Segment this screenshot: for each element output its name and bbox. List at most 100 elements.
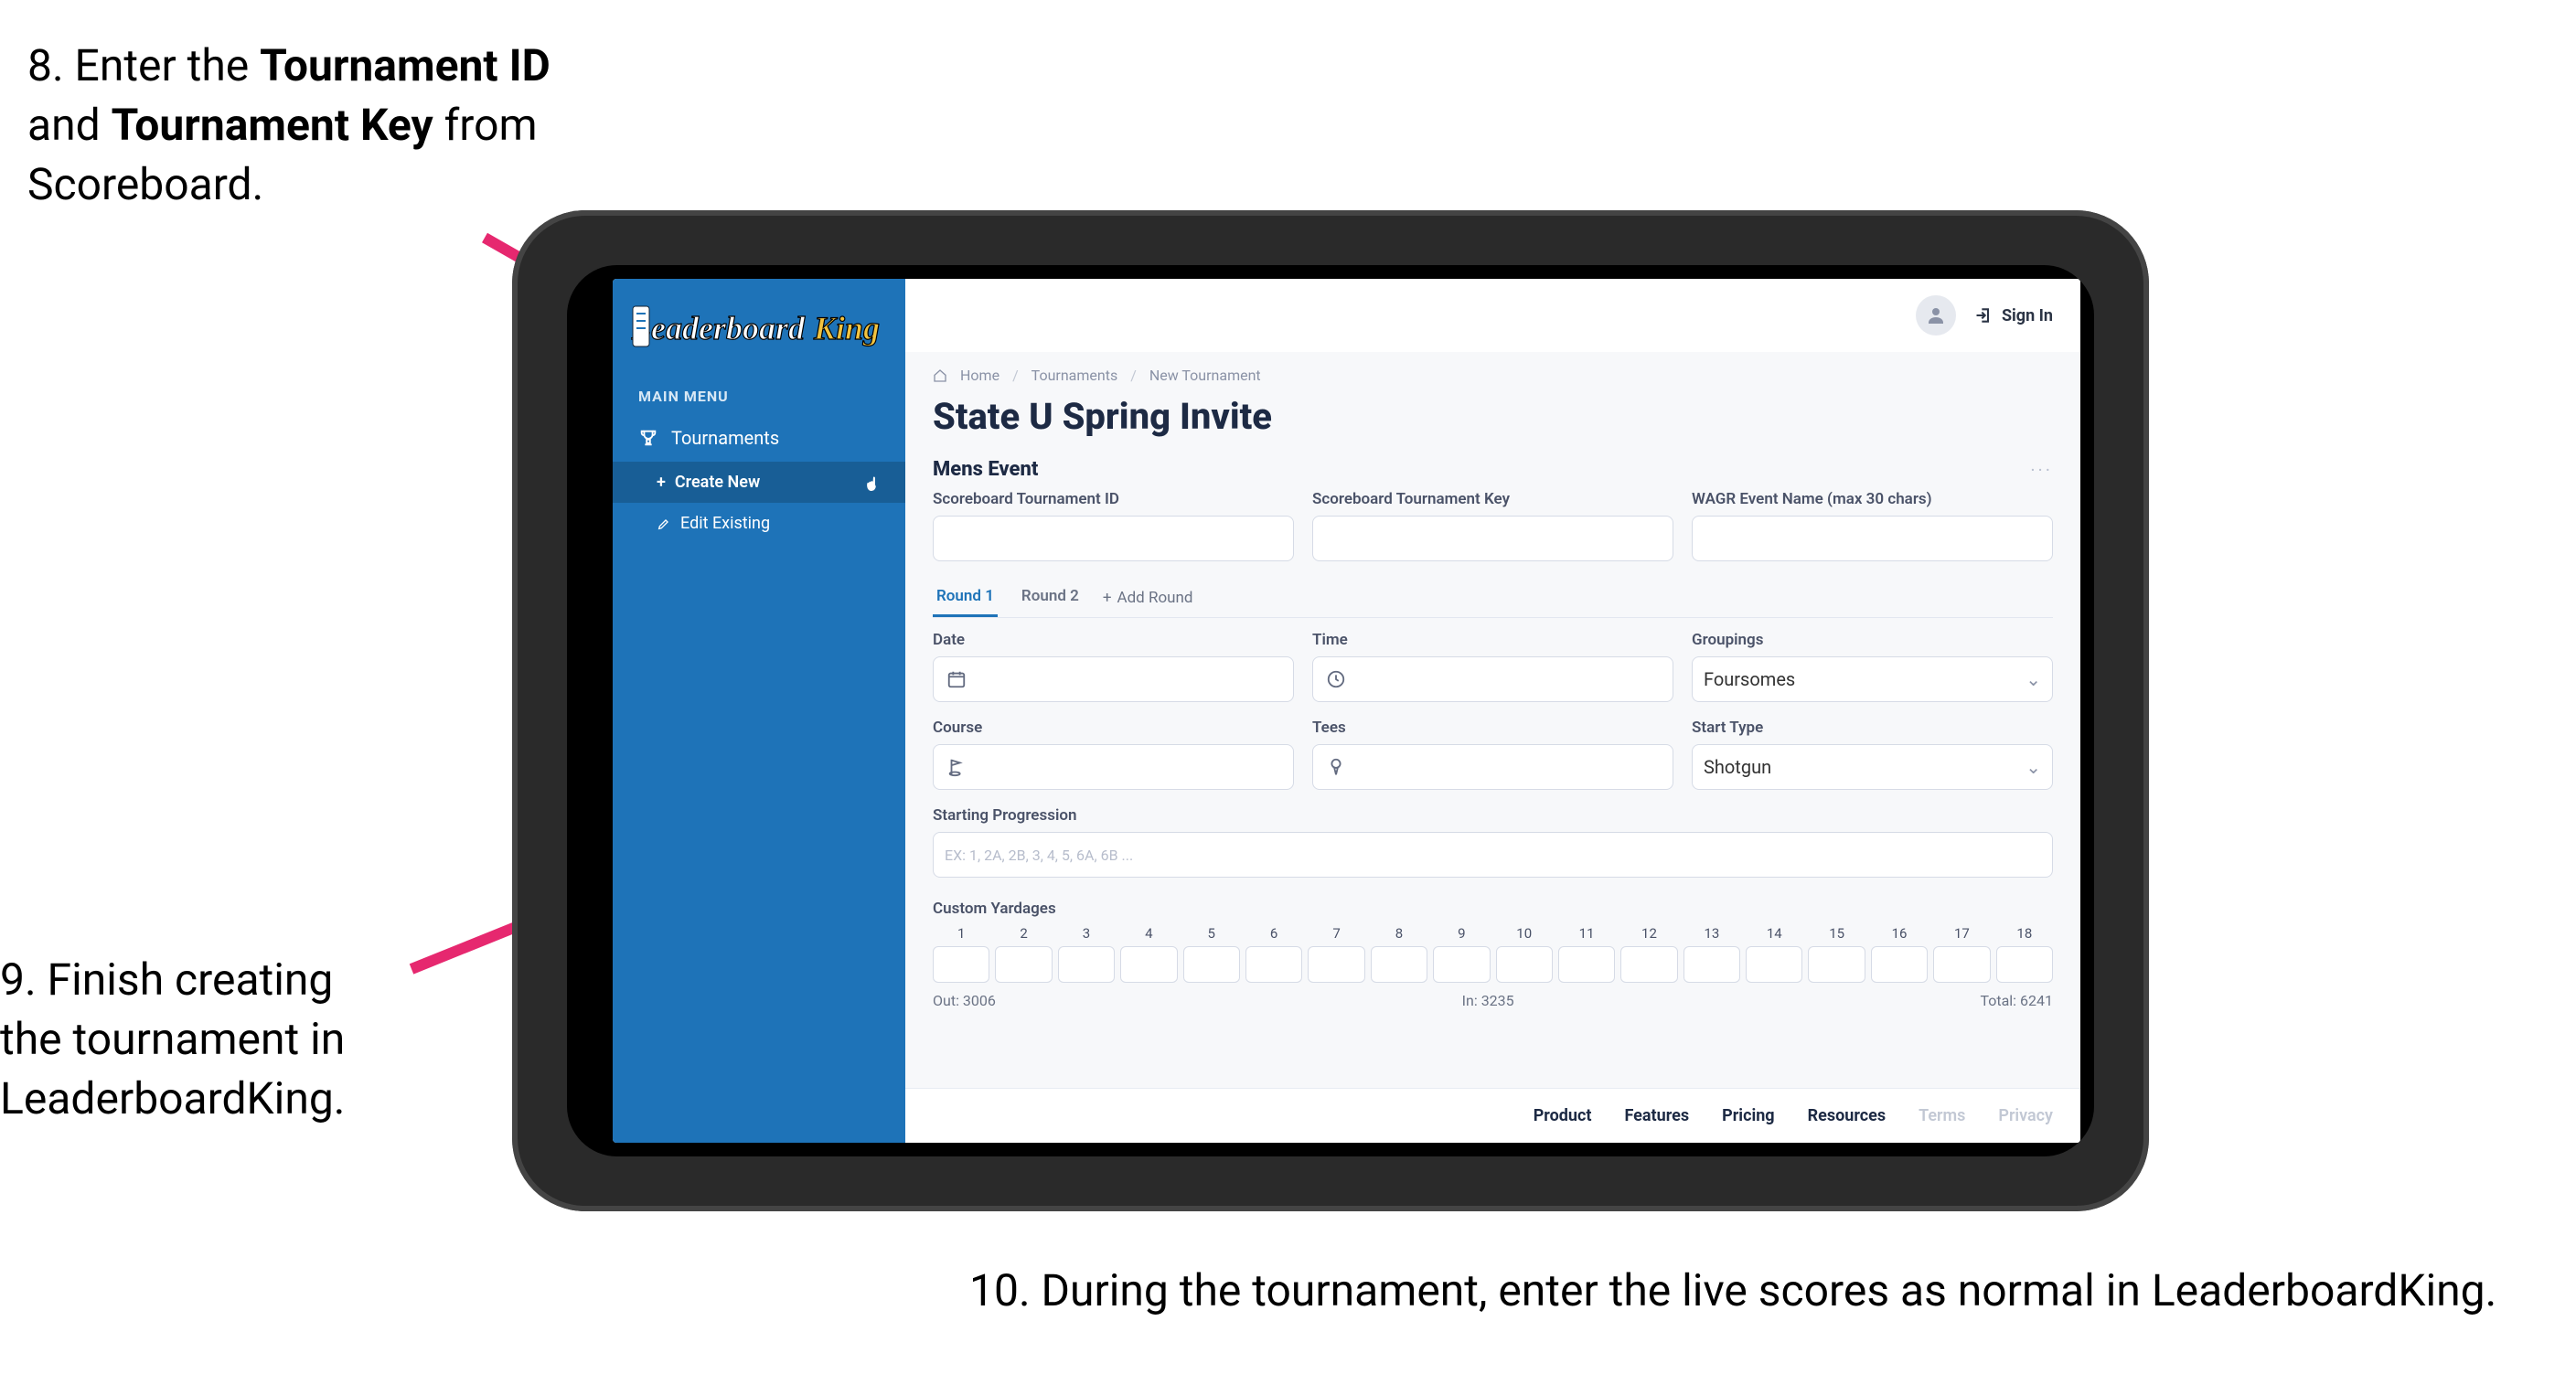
tab-round-2[interactable]: Round 2 [1018,578,1083,617]
yardage-input[interactable] [1120,946,1177,983]
custom-yardages-label: Custom Yardages [933,894,2053,925]
yardage-input[interactable] [1058,946,1115,983]
clock-icon [1324,667,1348,691]
time-input[interactable] [1312,656,1673,702]
tablet-bezel: Leaderboard King MAIN MENU Tournaments + [567,265,2094,1156]
text-bold: Tournament Key [112,99,433,151]
sidebar-section-label: MAIN MENU [613,369,905,414]
hole-number: 17 [1933,925,1990,946]
yardage-input[interactable] [1433,946,1490,983]
hole-number: 16 [1871,925,1928,946]
add-round-label: Add Round [1117,589,1193,607]
flag-icon [945,755,968,779]
sidebar-item-create-new[interactable]: + Create New ☝ [613,462,905,503]
starting-progression-input[interactable]: EX: 1, 2A, 2B, 3, 4, 5, 6A, 6B ... [933,832,2053,878]
overflow-menu-icon[interactable]: ··· [2030,459,2053,481]
sidebar: Leaderboard King MAIN MENU Tournaments + [613,279,905,1143]
yardage-input[interactable] [1620,946,1677,983]
field-label: Course [933,719,1294,737]
yardage-input[interactable] [1871,946,1928,983]
yardage-input[interactable] [1808,946,1865,983]
field-label: Time [1312,631,1673,649]
hole-column: 6 [1245,925,1302,983]
section-title: Mens Event [933,458,1038,481]
start-type-select[interactable]: Shotgun [1692,744,2053,790]
scoreboard-id-input[interactable] [933,516,1294,561]
tab-round-1[interactable]: Round 1 [933,578,998,617]
sidebar-item-tournaments[interactable]: Tournaments [613,414,905,462]
yardage-total: Total: 6241 [1980,992,2053,1009]
yardage-input[interactable] [1245,946,1302,983]
golf-tee-icon [1324,755,1348,779]
hole-column: 1 [933,925,989,983]
placeholder-text: EX: 1, 2A, 2B, 3, 4, 5, 6A, 6B ... [945,847,1133,864]
hole-number: 10 [1496,925,1553,946]
groupings-select[interactable]: Foursomes [1692,656,2053,702]
custom-yardages-row: 123456789101112131415161718 [933,925,2053,983]
tablet-frame: Leaderboard King MAIN MENU Tournaments + [512,210,2149,1211]
yardage-input[interactable] [1683,946,1740,983]
yardage-input[interactable] [1308,946,1364,983]
footer-link-privacy[interactable]: Privacy [1998,1106,2053,1125]
yardage-input[interactable] [1183,946,1240,983]
tees-input[interactable] [1312,744,1673,790]
sidebar-item-edit-existing[interactable]: Edit Existing [613,503,905,544]
breadcrumb-tournaments[interactable]: Tournaments [1031,367,1118,384]
text: and [27,99,112,151]
course-input[interactable] [933,744,1294,790]
yardage-input[interactable] [1371,946,1427,983]
topbar: Sign In [905,279,2080,352]
section-header: Mens Event ··· [933,454,2053,490]
hole-column: 14 [1746,925,1802,983]
yardage-input[interactable] [995,946,1052,983]
annotation-step-10: 10. During the tournament, enter the liv… [969,1262,2524,1321]
scoreboard-key-input[interactable] [1312,516,1673,561]
annotation-step-9: 9. Finish creating the tournament in Lea… [0,951,402,1128]
signin-label: Sign In [2002,306,2053,325]
field-label: Start Type [1692,719,2053,737]
footer-link-terms[interactable]: Terms [1919,1106,1965,1125]
select-value: Shotgun [1704,756,1771,778]
yardage-input[interactable] [1558,946,1615,983]
field-label: Starting Progression [933,806,2053,825]
text: 8. Enter the [27,39,260,91]
avatar[interactable] [1916,295,1956,336]
yardage-input[interactable] [1746,946,1802,983]
yardage-summary: Out: 3006 In: 3235 Total: 6241 [933,983,2053,1009]
edit-icon [657,517,671,531]
hole-number: 15 [1808,925,1865,946]
hole-column: 5 [1183,925,1240,983]
wagr-input[interactable] [1692,516,2053,561]
hole-number: 14 [1746,925,1802,946]
svg-text:King: King [813,310,880,346]
round-tabs: Round 1 Round 2 + Add Round [933,578,2053,618]
yardage-input[interactable] [1996,946,2053,983]
breadcrumb-home[interactable]: Home [960,367,999,384]
hole-column: 13 [1683,925,1740,983]
field-scoreboard-tournament-key: Scoreboard Tournament Key [1312,490,1673,561]
hole-column: 8 [1371,925,1427,983]
date-input[interactable] [933,656,1294,702]
hole-column: 11 [1558,925,1615,983]
leaderboardking-logo-icon: Leaderboard King [631,301,887,356]
text: 9. Finish creating the tournament in Lea… [0,954,345,1124]
footer-link-product[interactable]: Product [1534,1106,1592,1125]
brand-logo[interactable]: Leaderboard King [613,279,905,369]
field-scoreboard-tournament-id: Scoreboard Tournament ID [933,490,1294,561]
footer-link-pricing[interactable]: Pricing [1722,1106,1774,1125]
hole-number: 6 [1245,925,1302,946]
yardage-input[interactable] [933,946,989,983]
hole-number: 1 [933,925,989,946]
footer-link-resources[interactable]: Resources [1808,1106,1887,1125]
yardage-input[interactable] [1933,946,1990,983]
hole-column: 18 [1996,925,2053,983]
field-label: Scoreboard Tournament ID [933,490,1294,508]
footer-link-features[interactable]: Features [1624,1106,1689,1125]
content-area: Home / Tournaments / New Tournament Stat… [905,352,2080,1088]
hole-number: 5 [1183,925,1240,946]
hole-column: 3 [1058,925,1115,983]
signin-link[interactable]: Sign In [1974,306,2053,325]
yardage-input[interactable] [1496,946,1553,983]
add-round-button[interactable]: + Add Round [1103,589,1193,607]
hole-number: 9 [1433,925,1490,946]
